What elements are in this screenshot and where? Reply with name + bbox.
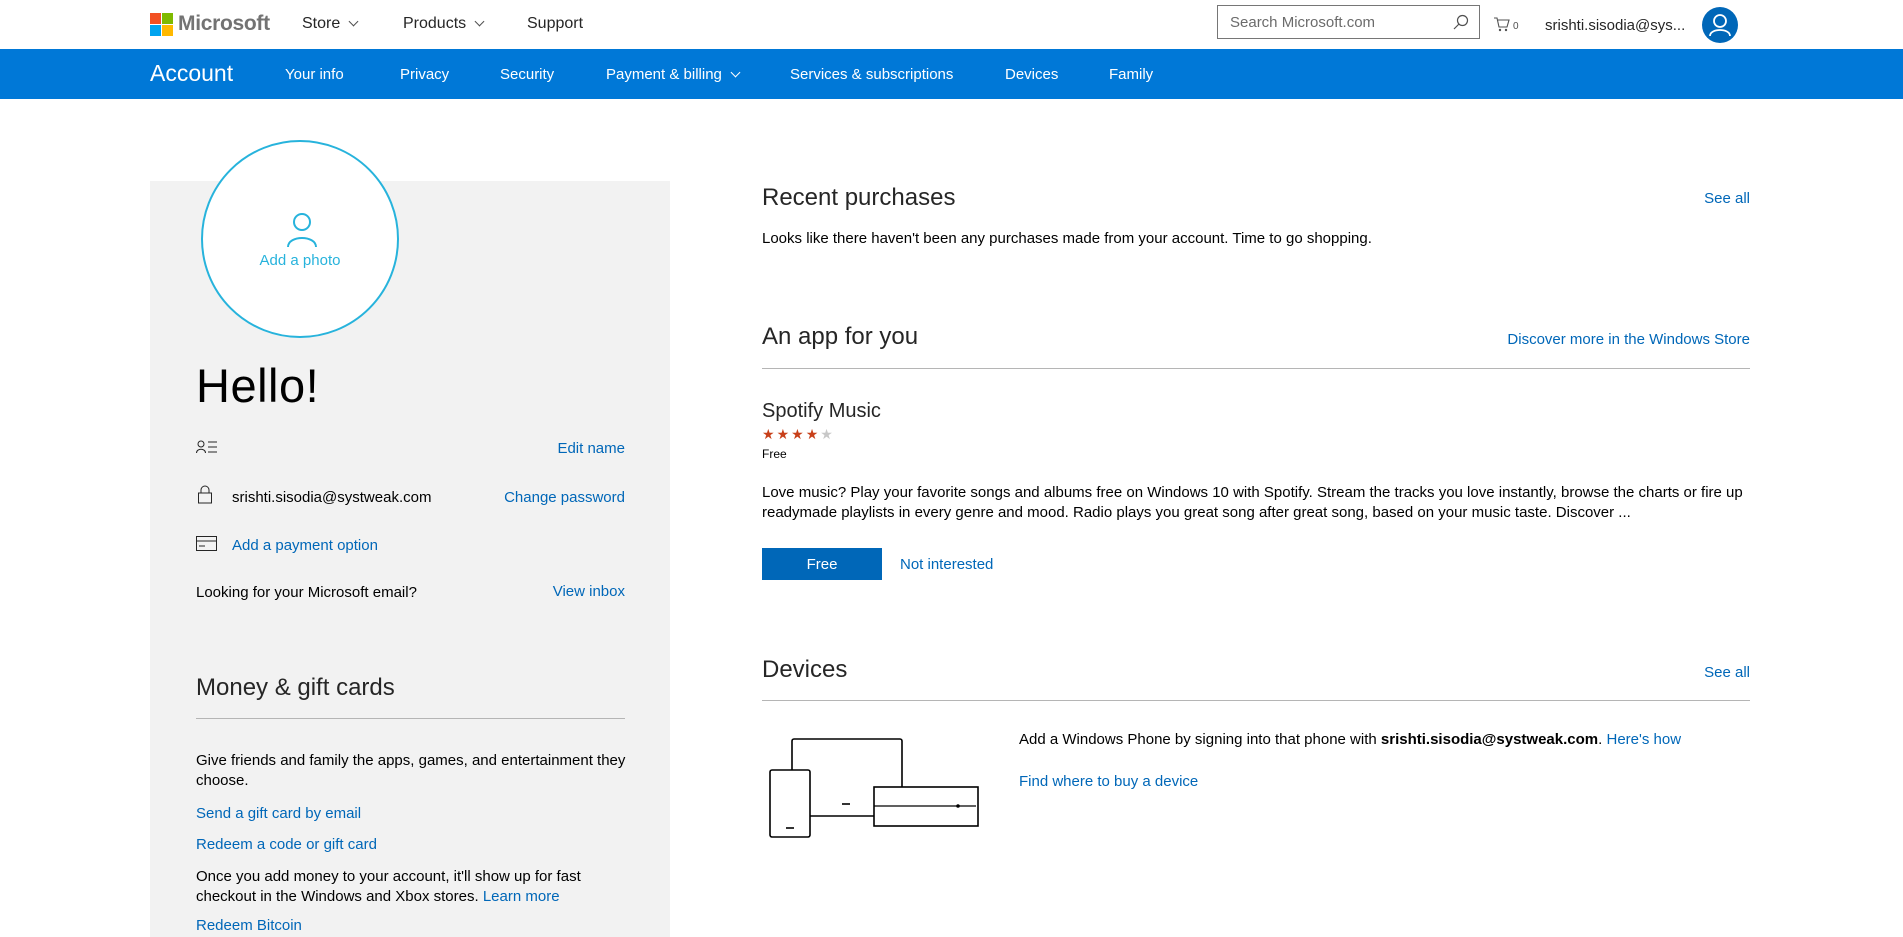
tab-privacy[interactable]: Privacy bbox=[400, 66, 449, 83]
star-filled-icon: ★ bbox=[805, 426, 819, 442]
chevron-down-icon bbox=[730, 67, 741, 77]
person-icon bbox=[1709, 14, 1731, 37]
app-for-you-title: An app for you bbox=[762, 323, 919, 350]
discover-windows-store-link[interactable]: Discover more in the Windows Store bbox=[1450, 331, 1750, 348]
recent-purchases-see-all-link[interactable]: See all bbox=[1650, 190, 1750, 207]
redeem-code-link[interactable]: Redeem a code or gift card bbox=[196, 836, 377, 853]
contact-card-icon bbox=[196, 440, 217, 454]
chevron-down-icon bbox=[348, 16, 359, 27]
nav-products[interactable]: Products bbox=[403, 15, 485, 33]
add-money-description: Once you add money to your account, it'l… bbox=[196, 867, 626, 907]
cart-button[interactable]: 0 bbox=[1493, 16, 1519, 32]
send-gift-card-link[interactable]: Send a gift card by email bbox=[196, 805, 361, 822]
lock-icon bbox=[198, 485, 212, 504]
tab-label: Family bbox=[1109, 66, 1154, 83]
add-windows-phone-text: Add a Windows Phone by signing into that… bbox=[1019, 730, 1759, 750]
tab-devices[interactable]: Devices bbox=[1005, 66, 1058, 83]
gift-card-description: Give friends and family the apps, games,… bbox=[196, 752, 626, 789]
no-purchases-message: Looks like there haven't been any purcha… bbox=[762, 230, 1372, 247]
microsoft-wordmark: Microsoft bbox=[178, 12, 270, 35]
add-payment-option-link[interactable]: Add a payment option bbox=[232, 537, 378, 554]
app-rating: ★ ★ ★ ★ ★ bbox=[762, 427, 835, 441]
star-filled-icon: ★ bbox=[776, 426, 790, 442]
cart-icon bbox=[1494, 17, 1510, 32]
edit-name-link[interactable]: Edit name bbox=[520, 440, 625, 457]
add-phone-suffix: . bbox=[1598, 731, 1603, 748]
app-description: Love music? Play your favorite songs and… bbox=[762, 484, 1743, 521]
nav-products-label: Products bbox=[403, 15, 467, 32]
money-gift-cards-title: Money & gift cards bbox=[196, 674, 395, 701]
user-email-menu[interactable]: srishti.sisodia@sys... bbox=[1545, 17, 1685, 34]
tab-family[interactable]: Family bbox=[1109, 66, 1153, 83]
tab-services-subscriptions[interactable]: Services & subscriptions bbox=[790, 66, 953, 83]
add-phone-prefix: Add a Windows Phone by signing into that… bbox=[1019, 731, 1381, 748]
add-photo-button[interactable]: Add a photo bbox=[201, 140, 399, 338]
learn-more-link[interactable]: Learn more bbox=[483, 888, 560, 905]
devices-title: Devices bbox=[762, 656, 848, 683]
app-name: Spotify Music bbox=[762, 400, 881, 422]
microsoft-email-prompt: Looking for your Microsoft email? bbox=[196, 584, 417, 601]
search-input[interactable] bbox=[1228, 12, 1442, 32]
user-avatar[interactable] bbox=[1702, 7, 1738, 43]
tab-your-info[interactable]: Your info bbox=[285, 66, 344, 83]
app-price: Free bbox=[762, 447, 787, 461]
find-device-link[interactable]: Find where to buy a device bbox=[1019, 773, 1198, 790]
nav-store-label: Store bbox=[302, 15, 341, 32]
microsoft-logo[interactable]: Microsoft bbox=[150, 12, 270, 36]
nav-support-label: Support bbox=[527, 15, 584, 32]
redeem-bitcoin-link[interactable]: Redeem Bitcoin bbox=[196, 917, 302, 934]
star-filled-icon: ★ bbox=[791, 426, 804, 442]
heres-how-link[interactable]: Here's how bbox=[1606, 731, 1681, 748]
person-icon bbox=[287, 213, 317, 248]
tab-label: Devices bbox=[1005, 66, 1059, 83]
nav-support[interactable]: Support bbox=[527, 15, 583, 33]
tab-label: Services & subscriptions bbox=[790, 66, 954, 83]
devices-illustration-icon bbox=[769, 738, 979, 838]
star-empty-icon: ★ bbox=[820, 426, 833, 442]
tab-label: Privacy bbox=[400, 66, 450, 83]
greeting: Hello! bbox=[196, 359, 320, 412]
account-email: srishti.sisodia@systweak.com bbox=[232, 489, 432, 506]
tab-payment-billing[interactable]: Payment & billing bbox=[606, 66, 741, 83]
cart-count: 0 bbox=[1513, 21, 1519, 32]
credit-card-icon bbox=[196, 536, 217, 551]
tab-label: Security bbox=[500, 66, 555, 83]
not-interested-link[interactable]: Not interested bbox=[900, 556, 993, 573]
star-filled-icon: ★ bbox=[762, 426, 775, 442]
divider bbox=[762, 700, 1750, 701]
get-app-free-button[interactable]: Free bbox=[762, 548, 882, 580]
search-icon[interactable] bbox=[1453, 14, 1469, 30]
top-header: Microsoft Store Products Support 0 srish… bbox=[0, 0, 1903, 49]
add-phone-email: srishti.sisodia@systweak.com bbox=[1380, 731, 1599, 748]
tab-label: Your info bbox=[285, 66, 344, 83]
microsoft-logo-icon bbox=[150, 12, 173, 36]
divider bbox=[762, 368, 1750, 369]
chevron-down-icon bbox=[474, 16, 485, 27]
account-nav-bar: Account Your info Privacy Security Payme… bbox=[0, 49, 1903, 99]
recent-purchases-title: Recent purchases bbox=[762, 184, 956, 211]
search-box bbox=[1217, 5, 1480, 39]
account-home-link[interactable]: Account bbox=[150, 60, 233, 87]
nav-store[interactable]: Store bbox=[302, 15, 359, 33]
view-inbox-link[interactable]: View inbox bbox=[520, 583, 625, 600]
tab-security[interactable]: Security bbox=[500, 66, 554, 83]
tab-label: Payment & billing bbox=[606, 66, 722, 83]
divider bbox=[196, 718, 625, 719]
change-password-link[interactable]: Change password bbox=[480, 489, 625, 506]
add-photo-label: Add a photo bbox=[259, 252, 341, 269]
devices-see-all-link[interactable]: See all bbox=[1650, 664, 1750, 681]
